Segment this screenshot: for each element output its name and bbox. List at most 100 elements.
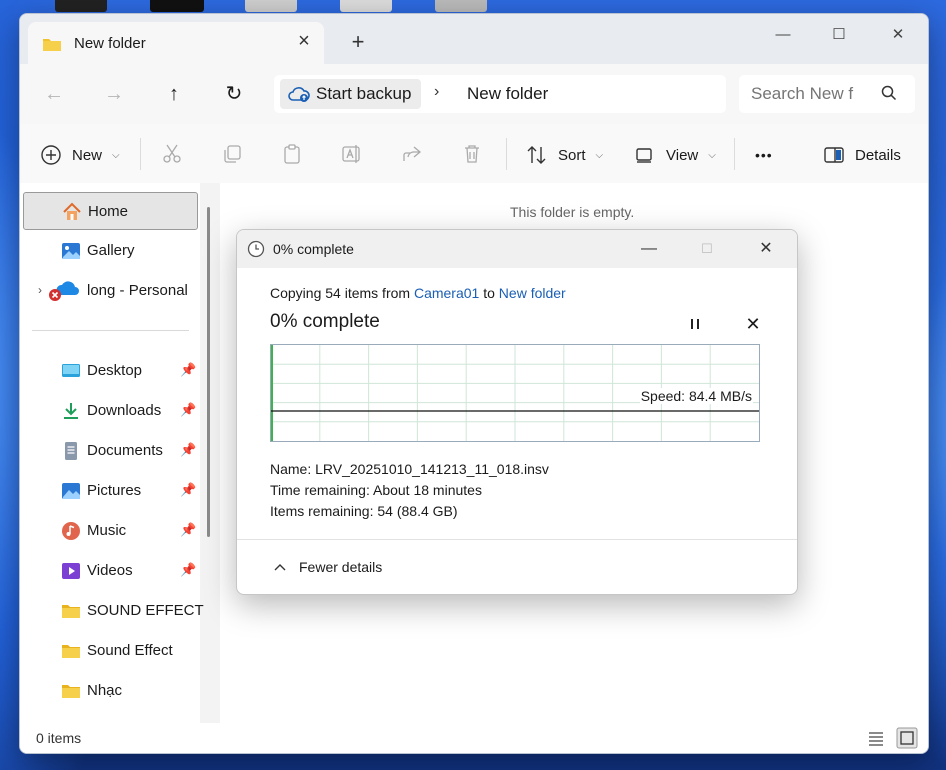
paste-icon[interactable] bbox=[281, 143, 303, 165]
detail-label: Name: bbox=[270, 461, 312, 477]
search-box[interactable] bbox=[739, 75, 915, 113]
onedrive-icon bbox=[49, 281, 79, 301]
sidebar-item-label: Sound Effect bbox=[87, 642, 173, 659]
sort-icon bbox=[527, 146, 546, 164]
close-button[interactable]: ✕ bbox=[887, 24, 909, 46]
empty-folder-message: This folder is empty. bbox=[510, 204, 635, 220]
large-icons-view-icon[interactable] bbox=[896, 727, 918, 749]
start-backup-button[interactable]: Start backup bbox=[280, 79, 421, 109]
more-options-button[interactable]: ••• bbox=[755, 143, 773, 167]
sidebar-item-label: Pictures bbox=[87, 482, 142, 499]
details-view-icon[interactable] bbox=[865, 727, 887, 749]
chevron-down-icon: ⌵ bbox=[595, 149, 604, 161]
up-arrow-icon[interactable]: ↑ bbox=[162, 82, 186, 106]
folder-icon bbox=[43, 39, 61, 51]
view-button[interactable]: View ⌵ bbox=[634, 143, 716, 167]
chevron-down-icon: ⌵ bbox=[708, 149, 716, 161]
sidebar-item-label: Downloads bbox=[87, 402, 162, 419]
sidebar-scroll-track bbox=[200, 183, 220, 723]
address-bar: ← → ↑ ↻ Start backup › New folder bbox=[20, 64, 928, 125]
detail-label: Items remaining: bbox=[270, 503, 374, 519]
tab-new-folder[interactable]: New folder × bbox=[28, 22, 324, 64]
gallery-icon bbox=[62, 243, 80, 259]
share-icon[interactable] bbox=[401, 143, 423, 165]
sidebar-item-downloads[interactable]: Downloads 📌 bbox=[23, 392, 198, 430]
folder-icon bbox=[62, 605, 80, 618]
new-button[interactable]: New ⌵ bbox=[40, 143, 120, 167]
cloud-backup-icon bbox=[288, 87, 310, 102]
dialog-title: 0% complete bbox=[273, 241, 354, 257]
sidebar-item-label: Home bbox=[88, 203, 129, 220]
detail-row-items: Items remaining: 54 (88.4 GB) bbox=[270, 501, 549, 522]
copy-icon[interactable] bbox=[221, 143, 243, 165]
sidebar-item-desktop[interactable]: Desktop 📌 bbox=[23, 352, 198, 390]
sidebar-item-label: long - Personal bbox=[87, 282, 188, 299]
dialog-minimize-button[interactable]: — bbox=[638, 238, 660, 260]
cancel-copy-button[interactable]: ✕ bbox=[743, 314, 763, 334]
breadcrumb-current[interactable]: New folder bbox=[467, 84, 548, 104]
fewer-details-button[interactable]: Fewer details bbox=[273, 559, 382, 575]
pin-icon[interactable]: 📌 bbox=[180, 522, 196, 538]
cut-icon[interactable] bbox=[161, 143, 183, 165]
sidebar-item-label: SOUND EFFECT bbox=[87, 602, 204, 619]
sidebar-item-label: Documents bbox=[87, 442, 163, 459]
videos-icon bbox=[62, 563, 80, 579]
destination-link[interactable]: New folder bbox=[499, 285, 566, 301]
forward-arrow-icon[interactable]: → bbox=[102, 82, 126, 106]
breadcrumb[interactable]: Start backup › New folder bbox=[274, 75, 726, 113]
taskbar-thumbnail bbox=[340, 0, 392, 12]
details-pane-button[interactable]: Details bbox=[823, 143, 901, 167]
sidebar-item-home[interactable]: Home bbox=[23, 192, 198, 230]
copy-prefix: Copying 54 items from bbox=[270, 285, 411, 301]
toolbar-divider bbox=[506, 138, 507, 170]
chevron-down-icon: ⌵ bbox=[112, 149, 120, 161]
item-count: 0 items bbox=[36, 730, 82, 746]
dialog-close-button[interactable]: ✕ bbox=[755, 238, 777, 260]
back-arrow-icon[interactable]: ← bbox=[42, 82, 66, 106]
sidebar-item-documents[interactable]: Documents 📌 bbox=[23, 432, 198, 470]
copy-summary: Copying 54 items from Camera01 to New fo… bbox=[270, 285, 566, 301]
sidebar-item-sound-effect-caps[interactable]: SOUND EFFECT bbox=[23, 592, 204, 630]
pin-icon[interactable]: 📌 bbox=[180, 362, 196, 378]
pin-icon[interactable]: 📌 bbox=[180, 482, 196, 498]
taskbar-thumbnail bbox=[55, 0, 107, 12]
detail-row-name: Name: LRV_20251010_141213_11_018.insv bbox=[270, 459, 549, 480]
progress-fill bbox=[271, 345, 273, 441]
view-label: View bbox=[666, 146, 699, 164]
dialog-maximize-button: ☐ bbox=[701, 241, 713, 256]
search-input[interactable] bbox=[749, 82, 873, 106]
sidebar-item-onedrive[interactable]: › long - Personal bbox=[23, 272, 198, 310]
sort-button[interactable]: Sort ⌵ bbox=[526, 143, 603, 167]
sidebar-item-sound-effect[interactable]: Sound Effect bbox=[23, 632, 198, 670]
delete-icon[interactable] bbox=[461, 143, 483, 165]
breadcrumb-separator[interactable]: › bbox=[434, 83, 439, 101]
rename-icon[interactable] bbox=[341, 143, 363, 165]
sidebar-item-label: Desktop bbox=[87, 362, 143, 379]
plus-circle-icon bbox=[41, 145, 61, 165]
pictures-icon bbox=[62, 483, 80, 499]
pin-icon[interactable]: 📌 bbox=[180, 562, 196, 578]
pause-button[interactable] bbox=[685, 314, 705, 334]
view-icon bbox=[636, 148, 652, 163]
pin-icon[interactable]: 📌 bbox=[180, 402, 196, 418]
sidebar-item-nhac[interactable]: Nhạc bbox=[23, 672, 198, 710]
sidebar-scrollbar[interactable] bbox=[207, 207, 210, 537]
desktop-icon bbox=[62, 364, 80, 377]
copy-to-text: to bbox=[483, 285, 495, 301]
sidebar-item-music[interactable]: Music 📌 bbox=[23, 512, 198, 550]
maximize-button[interactable]: ☐ bbox=[828, 24, 850, 46]
pin-icon[interactable]: 📌 bbox=[180, 442, 196, 458]
chevron-right-icon[interactable]: › bbox=[38, 283, 42, 297]
new-tab-button[interactable]: + bbox=[346, 30, 370, 54]
refresh-icon[interactable]: ↻ bbox=[222, 82, 246, 106]
tab-close-icon[interactable]: × bbox=[294, 31, 314, 51]
copy-progress-dialog: 0% complete — ☐ ✕ Copying 54 items from … bbox=[236, 229, 798, 595]
sidebar-item-gallery[interactable]: Gallery bbox=[23, 232, 198, 270]
sidebar-item-pictures[interactable]: Pictures 📌 bbox=[23, 472, 198, 510]
detail-label: Time remaining: bbox=[270, 482, 370, 498]
sort-label: Sort bbox=[558, 146, 586, 164]
minimize-button[interactable]: — bbox=[772, 24, 794, 46]
progress-percent-text: 0% complete bbox=[270, 311, 380, 332]
source-link[interactable]: Camera01 bbox=[414, 285, 479, 301]
sidebar-item-videos[interactable]: Videos 📌 bbox=[23, 552, 198, 590]
